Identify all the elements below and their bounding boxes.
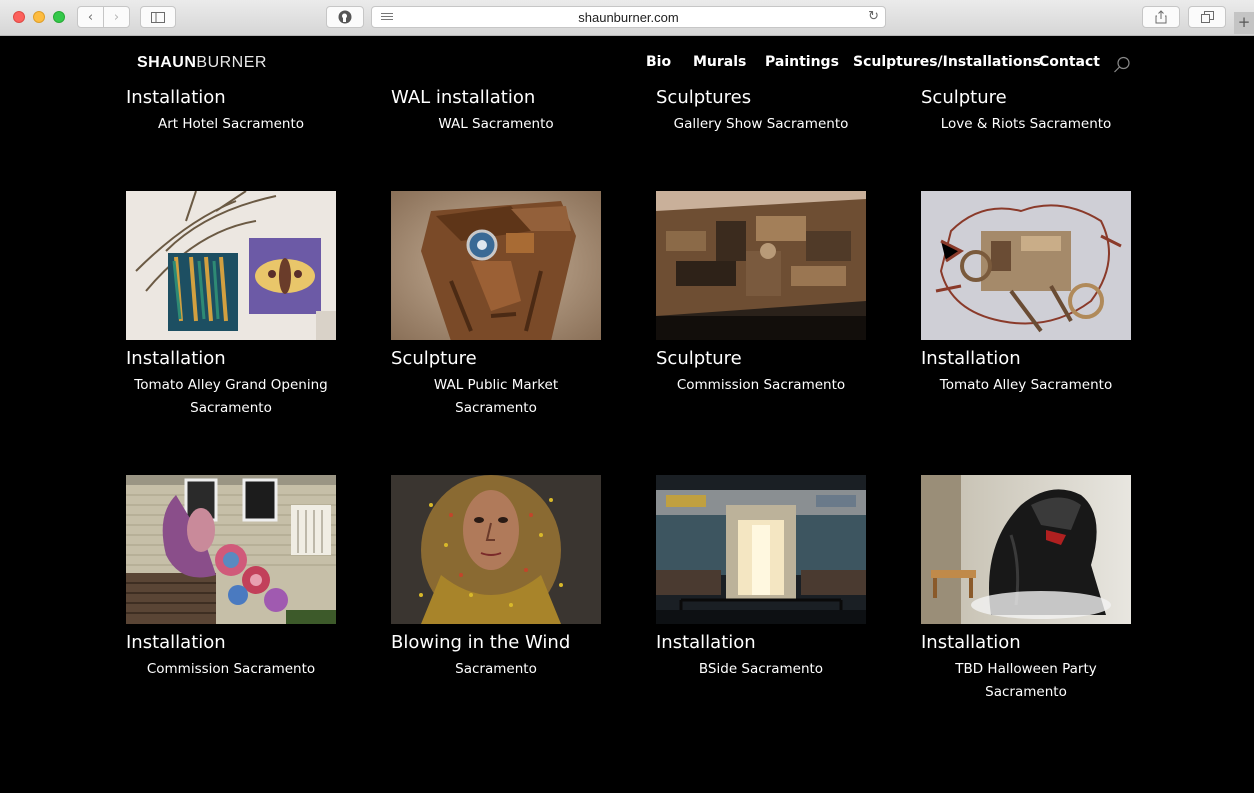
item-subtitle: Gallery Show Sacramento [673, 116, 849, 132]
logo-bold-text: SHAUN [137, 54, 197, 71]
item-title: Sculpture [921, 87, 1007, 108]
thumbnail-tomato-alley-grand-opening[interactable] [126, 191, 336, 340]
sidebar-toggle-button[interactable] [140, 6, 176, 28]
item-subtitle: TBD Halloween Party Sacramento [921, 658, 1131, 704]
item-title: Sculptures [656, 87, 752, 108]
item-subtitle: WAL Sacramento [438, 116, 554, 132]
show-tabs-button[interactable] [1188, 6, 1226, 28]
logo-light-text: BURNER [196, 54, 267, 71]
subtitle-line: Tomato Alley Grand Opening [134, 377, 328, 393]
item-title: Blowing in the Wind [391, 632, 571, 653]
close-window-button[interactable] [13, 11, 25, 23]
subtitle-line: Tomato Alley Sacramento [939, 377, 1113, 393]
zoom-window-button[interactable] [53, 11, 65, 23]
item-title: Sculpture [656, 348, 742, 369]
item-title: Installation [126, 87, 226, 108]
item-subtitle: Tomato Alley Sacramento [921, 374, 1131, 397]
subtitle-line: WAL Public Market Sacramento [433, 377, 559, 416]
share-button[interactable] [1142, 6, 1180, 28]
subtitle-line: Sacramento [985, 684, 1067, 700]
site-logo[interactable]: SHAUNBURNER [137, 54, 267, 72]
nav-murals[interactable]: Murals [693, 54, 746, 70]
thumbnail-blowing-in-the-wind[interactable] [391, 475, 601, 624]
thumbnail-wal-public-market[interactable] [391, 191, 601, 340]
new-tab-button[interactable]: + [1234, 12, 1254, 34]
thumbnail-commission-sculpture[interactable] [656, 191, 866, 340]
thumbnail-commission-installation[interactable] [126, 475, 336, 624]
chevron-left-icon: ‹ [87, 9, 94, 25]
item-subtitle: WAL Public Market Sacramento [391, 374, 601, 420]
browser-toolbar: ‹ › shaunburner.com ↻ + [0, 0, 1254, 36]
thumbnail-bside[interactable] [656, 475, 866, 624]
item-title: Installation [656, 632, 756, 653]
search-icon[interactable] [1113, 56, 1131, 74]
item-title: Installation [921, 632, 1021, 653]
sidebar-icon [151, 11, 165, 23]
item-title: Sculpture [391, 348, 477, 369]
item-title: Installation [126, 348, 226, 369]
back-button[interactable]: ‹ [77, 6, 104, 28]
tabs-icon [1200, 11, 1214, 23]
nav-bio[interactable]: Bio [646, 54, 671, 70]
item-subtitle: Tomato Alley Grand Opening Sacramento [126, 374, 336, 420]
item-subtitle: Love & Riots Sacramento [940, 116, 1112, 132]
item-subtitle: Commission Sacramento [656, 374, 866, 397]
chevron-right-icon: › [113, 9, 120, 25]
item-subtitle: BSide Sacramento [656, 658, 866, 681]
privacy-icon [338, 10, 352, 24]
subtitle-line: Commission Sacramento [676, 377, 846, 393]
subtitle-line: TBD Halloween Party [955, 661, 1097, 677]
subtitle-line: Sacramento [455, 661, 537, 677]
item-subtitle: Art Hotel Sacramento [157, 116, 305, 132]
minimize-window-button[interactable] [33, 11, 45, 23]
extension-button[interactable] [326, 6, 364, 28]
subtitle-line: Commission Sacramento [146, 661, 316, 677]
url-text: shaunburner.com [578, 10, 679, 25]
share-icon [1155, 10, 1167, 24]
item-title: Installation [921, 348, 1021, 369]
subtitle-line: Sacramento [190, 400, 272, 416]
nav-sculptures-installations[interactable]: Sculptures/Installations [853, 54, 1041, 70]
item-title: WAL installation [391, 87, 536, 108]
nav-paintings[interactable]: Paintings [765, 54, 839, 70]
item-subtitle: Commission Sacramento [126, 658, 336, 681]
reload-icon[interactable]: ↻ [868, 9, 879, 24]
plus-icon: + [1237, 13, 1251, 31]
thumbnail-tomato-alley[interactable] [921, 191, 1131, 340]
forward-button[interactable]: › [103, 6, 130, 28]
item-title: Installation [126, 632, 226, 653]
nav-contact[interactable]: Contact [1039, 54, 1100, 70]
subtitle-line: BSide Sacramento [698, 661, 824, 677]
thumbnail-tbd-halloween-party[interactable] [921, 475, 1131, 624]
address-bar[interactable]: shaunburner.com ↻ [371, 6, 886, 28]
item-subtitle: Sacramento [391, 658, 601, 681]
